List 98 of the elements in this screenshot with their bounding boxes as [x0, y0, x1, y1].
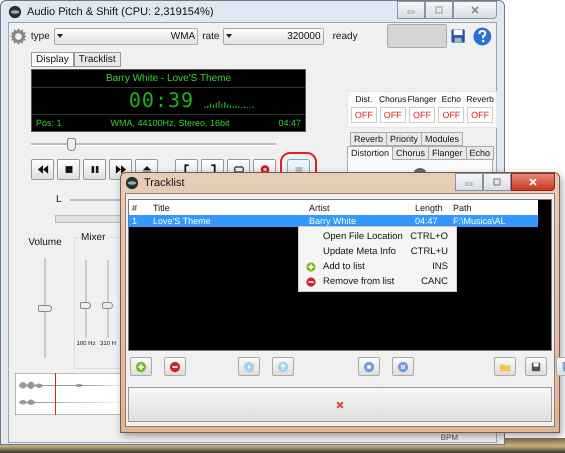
effect-tab[interactable]: Echo	[466, 146, 494, 160]
play-icon	[243, 360, 255, 372]
add-icon	[135, 360, 147, 372]
effect-toggle[interactable]: OFF	[409, 107, 435, 123]
maximize-icon	[492, 178, 502, 186]
close-icon	[528, 178, 538, 186]
table-cell-text: Barry White	[308, 216, 358, 226]
effect-label: Dist.	[355, 94, 372, 104]
format-text: WMA, 44100Hz, Stereo, 16bit	[110, 118, 230, 128]
effect-toggle[interactable]: OFF	[380, 107, 406, 123]
column-header[interactable]: #	[129, 202, 150, 212]
menu-item[interactable]: Open File Location CTRL+O	[299, 229, 456, 244]
rewind-icon	[36, 164, 48, 175]
help-icon[interactable]	[473, 26, 492, 46]
effect-label: Echo	[442, 94, 461, 104]
rate-dropdown[interactable]: 320000	[223, 28, 324, 44]
column-header[interactable]: Path	[450, 202, 538, 212]
effect-toggle[interactable]: OFF	[467, 107, 494, 123]
close-button[interactable]	[511, 173, 555, 191]
position-text: Pos: 1	[36, 118, 62, 128]
window-title: Tracklist	[144, 177, 185, 189]
maximize-button[interactable]	[425, 1, 453, 19]
slider-thumb[interactable]	[102, 302, 113, 310]
close-icon	[470, 6, 480, 14]
add-icon	[306, 262, 316, 272]
stop-icon	[62, 164, 74, 175]
save-icon	[530, 360, 542, 372]
menu-item[interactable]: Update Meta Info CTRL+U	[299, 244, 456, 259]
pause-icon	[397, 360, 409, 372]
rewind-button[interactable]	[31, 159, 54, 180]
type-dropdown[interactable]: WMA	[54, 28, 198, 44]
balance-label: L	[56, 194, 62, 205]
open-button[interactable]	[494, 357, 516, 376]
pause-icon	[88, 164, 100, 175]
effect-label: Flanger	[408, 94, 436, 104]
mixer-label: Mixer	[79, 232, 108, 243]
play-button[interactable]	[238, 357, 260, 376]
volume-slider[interactable]	[38, 258, 52, 358]
minimize-button[interactable]	[397, 1, 425, 19]
slider-thumb[interactable]	[67, 138, 76, 151]
seek-slider[interactable]	[31, 138, 276, 150]
view-tab[interactable]: Tracklist	[74, 52, 121, 67]
view-tab[interactable]: Display	[31, 52, 74, 67]
volume-label: Volume	[28, 237, 62, 248]
bpm-label: BPM	[440, 433, 458, 442]
equalizer-slider[interactable]	[101, 260, 115, 338]
stop-icon	[363, 360, 375, 372]
app-icon	[125, 176, 139, 190]
app-icon	[8, 4, 22, 18]
status-text: ready	[332, 30, 358, 42]
remove-icon	[306, 276, 316, 286]
remove-icon	[169, 360, 181, 372]
effect-label: Chorus	[378, 94, 406, 104]
close-icon	[336, 400, 344, 408]
effect-tab[interactable]: Chorus	[392, 146, 430, 160]
slider-thumb[interactable]	[38, 305, 52, 312]
effect-tab[interactable]: Flanger	[428, 146, 467, 160]
effect-tab[interactable]: Reverb	[350, 132, 388, 146]
effect-tab[interactable]: Priority	[386, 132, 422, 146]
close-bar-button[interactable]	[128, 387, 552, 422]
column-header[interactable]: Artist	[306, 202, 412, 212]
up-icon	[277, 360, 289, 372]
add-button[interactable]	[130, 357, 152, 376]
table-cell-text: 04:47	[414, 216, 439, 226]
menu-item[interactable]: Add to list INS	[299, 259, 456, 274]
effect-toggle[interactable]: OFF	[350, 107, 377, 123]
settings-icon[interactable]	[10, 26, 27, 46]
effect-tab[interactable]: Distortion	[347, 146, 394, 160]
minimize-button[interactable]	[455, 173, 483, 191]
window-title: Audio Pitch & Shift (CPU: 2,319154%)	[27, 6, 214, 18]
forward-icon	[114, 164, 126, 175]
effect-tab[interactable]: Modules	[421, 132, 464, 146]
type-label: type	[30, 30, 50, 42]
maximize-icon	[434, 6, 444, 14]
song-title: Barry White - Love'S Theme	[106, 73, 232, 84]
rate-label: rate	[202, 30, 220, 42]
save-button[interactable]	[525, 357, 547, 376]
up-button[interactable]	[272, 357, 294, 376]
maximize-button[interactable]	[483, 173, 511, 191]
caret-icon	[56, 34, 63, 38]
column-header[interactable]: Length	[412, 202, 450, 212]
table-cell-text: Love'S Theme	[152, 216, 212, 226]
equalizer-slider[interactable]	[79, 260, 93, 338]
pause-button[interactable]	[83, 159, 106, 180]
slider-thumb[interactable]	[80, 302, 91, 310]
remove-button[interactable]	[164, 357, 186, 376]
table-cell-text: F:\Musica\AL	[452, 216, 507, 226]
column-header[interactable]: Title	[150, 202, 306, 212]
menu-item[interactable]: Remove from list CANC	[299, 274, 456, 289]
progress-box	[386, 24, 448, 48]
time-readout: 00:39	[128, 88, 194, 112]
caret-icon	[226, 34, 232, 38]
effect-label: Reverb	[466, 94, 494, 104]
effect-toggle[interactable]: OFF	[438, 107, 464, 123]
save-icon[interactable]	[451, 28, 466, 44]
stop-button[interactable]	[57, 159, 80, 180]
table-cell-text: 1	[131, 216, 138, 226]
duration-text: 04:47	[278, 118, 301, 128]
